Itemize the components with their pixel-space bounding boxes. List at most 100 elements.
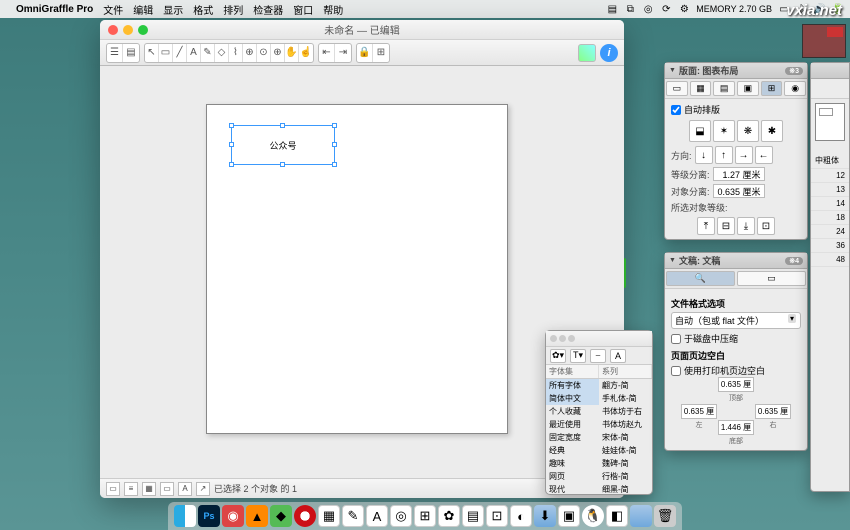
dock-downloads[interactable]: ⬇: [534, 505, 556, 527]
layout-inspector-header[interactable]: ▼ 版面: 图表布局 ※3: [665, 63, 807, 79]
sb-fill-button[interactable]: ▦: [142, 482, 156, 496]
dock-app-green[interactable]: ◆: [270, 505, 292, 527]
rank-same[interactable]: ⊟: [717, 217, 735, 235]
size-item[interactable]: 36: [811, 239, 849, 253]
resize-handle-br[interactable]: [332, 162, 337, 167]
fp-min[interactable]: [559, 335, 566, 342]
menu-format[interactable]: 格式: [193, 2, 213, 17]
shape-tool[interactable]: ▭: [159, 44, 173, 62]
right-panel-tabs[interactable]: [811, 79, 849, 99]
rank-min[interactable]: ⤒: [697, 217, 715, 235]
layout-type-hierarchical[interactable]: ⬓: [689, 120, 711, 142]
menu-file[interactable]: 文件: [103, 2, 123, 17]
diagram-tool[interactable]: ◇: [215, 44, 229, 62]
dock-app-11[interactable]: ◧: [606, 505, 628, 527]
font-color-button[interactable]: A: [610, 349, 626, 363]
menu-view[interactable]: 显示: [163, 2, 183, 17]
sync-icon[interactable]: ⟳: [660, 3, 672, 15]
magnet-tool[interactable]: ⊙: [257, 44, 271, 62]
disclosure-triangle[interactable]: ▼: [669, 257, 676, 264]
margin-left-input[interactable]: 0.635 厘: [681, 404, 717, 419]
inspector-button[interactable]: i: [600, 44, 618, 62]
list-item[interactable]: 翩方-简: [599, 379, 652, 392]
stencils-button[interactable]: [578, 44, 596, 62]
selection-tool[interactable]: ↖: [145, 44, 159, 62]
direction-up[interactable]: ↑: [715, 146, 733, 164]
group-button[interactable]: ⊞: [373, 44, 389, 62]
browse-tool[interactable]: ☝: [299, 44, 313, 62]
font-family-list[interactable]: 翩方-简 手札体-简 书体坊于右 书体坊赵九 宋体-简 娃娃体-简 魏碑-简 行…: [599, 379, 652, 494]
canvas-thumbnail[interactable]: [815, 103, 845, 141]
size-item[interactable]: 13: [811, 183, 849, 197]
layout-type-circular[interactable]: ❋: [737, 120, 759, 142]
direction-down[interactable]: ↓: [695, 146, 713, 164]
family-header[interactable]: 系列: [599, 365, 652, 378]
tab-page-setup[interactable]: ▤: [713, 81, 735, 96]
dropbox-icon[interactable]: ⧉: [624, 3, 636, 15]
sb-style-button[interactable]: ▭: [160, 482, 174, 496]
tab-grid[interactable]: ▦: [690, 81, 712, 96]
close-button[interactable]: [108, 25, 118, 35]
dock-app-2[interactable]: ✎: [342, 505, 364, 527]
wifi-icon[interactable]: ⚙: [678, 3, 690, 15]
zoom-tool[interactable]: ⊕: [271, 44, 285, 62]
dock-folder[interactable]: [630, 505, 652, 527]
selected-rectangle-shape[interactable]: 公众号: [231, 125, 335, 165]
auto-layout-checkbox[interactable]: 自动排版: [671, 103, 801, 116]
tab-diagram-layout[interactable]: ⊞: [761, 81, 783, 96]
tab-background[interactable]: ▣: [737, 81, 759, 96]
list-item[interactable]: 书体坊于右: [599, 405, 652, 418]
list-item[interactable]: 最近使用: [546, 418, 599, 431]
compress-check[interactable]: [671, 334, 681, 344]
fp-zoom[interactable]: [568, 335, 575, 342]
rank-sep-input[interactable]: [713, 167, 765, 181]
dock-photoshop[interactable]: Ps: [198, 505, 220, 527]
list-item[interactable]: 趣味: [546, 457, 599, 470]
memory-indicator[interactable]: MEMORY 2.70 GB: [696, 4, 772, 14]
layout-type-force[interactable]: ✶: [713, 120, 735, 142]
list-item[interactable]: 细黑-简: [599, 483, 652, 494]
forward-button[interactable]: ⇥: [335, 44, 351, 62]
list-item[interactable]: 手札体-简: [599, 392, 652, 405]
file-format-select[interactable]: 自动（包或 flat 文件）: [671, 312, 801, 329]
minimize-button[interactable]: [123, 25, 133, 35]
font-panel-titlebar[interactable]: [546, 331, 652, 347]
collection-header[interactable]: 字体集: [546, 365, 599, 378]
hand-tool[interactable]: ✋: [285, 44, 299, 62]
compress-checkbox[interactable]: 于磁盘中压缩: [671, 332, 801, 345]
list-item[interactable]: 经典: [546, 444, 599, 457]
dock-app-8[interactable]: ⊡: [486, 505, 508, 527]
menu-help[interactable]: 帮助: [323, 2, 343, 17]
canvas-page[interactable]: 公众号: [206, 104, 508, 434]
direction-left[interactable]: ←: [755, 146, 773, 164]
size-item[interactable]: 12: [811, 169, 849, 183]
rank-default[interactable]: ⊡: [757, 217, 775, 235]
resize-handle-tl[interactable]: [229, 123, 234, 128]
dock-app-9[interactable]: ◐: [510, 505, 532, 527]
dock-app-10[interactable]: ▣: [558, 505, 580, 527]
dock-app-1[interactable]: ▦: [318, 505, 340, 527]
sb-text-button[interactable]: A: [178, 482, 192, 496]
resize-handle-bm[interactable]: [280, 162, 285, 167]
document-inspector-header[interactable]: ▼ 文稿: 文稿 ※4: [665, 253, 807, 269]
dock-app-5[interactable]: ⊞: [414, 505, 436, 527]
left-sidebar-toggle[interactable]: ☰: [107, 44, 123, 62]
margin-bottom-input[interactable]: 1.446 厘: [718, 420, 754, 435]
use-printer-margins-checkbox[interactable]: 使用打印机页边空白: [671, 364, 801, 377]
menu-inspector[interactable]: 检查器: [253, 2, 283, 17]
typeface-label[interactable]: 中粗体: [811, 153, 849, 169]
auto-layout-check[interactable]: [671, 105, 681, 115]
list-item[interactable]: 简体中文: [546, 392, 599, 405]
sb-layers-button[interactable]: ≡: [124, 482, 138, 496]
layout-type-radial[interactable]: ✱: [761, 120, 783, 142]
list-item[interactable]: 书体坊赵九: [599, 418, 652, 431]
size-item[interactable]: 24: [811, 225, 849, 239]
istat-icon[interactable]: ▤: [606, 3, 618, 15]
window-titlebar[interactable]: 未命名 — 已编辑: [100, 20, 624, 40]
resize-handle-ml[interactable]: [229, 142, 234, 147]
text-tool[interactable]: A: [187, 44, 201, 62]
list-item[interactable]: 娃娃体-简: [599, 444, 652, 457]
dock-trash[interactable]: 🗑: [654, 505, 676, 527]
size-item[interactable]: 14: [811, 197, 849, 211]
list-item[interactable]: 宋体-简: [599, 431, 652, 444]
